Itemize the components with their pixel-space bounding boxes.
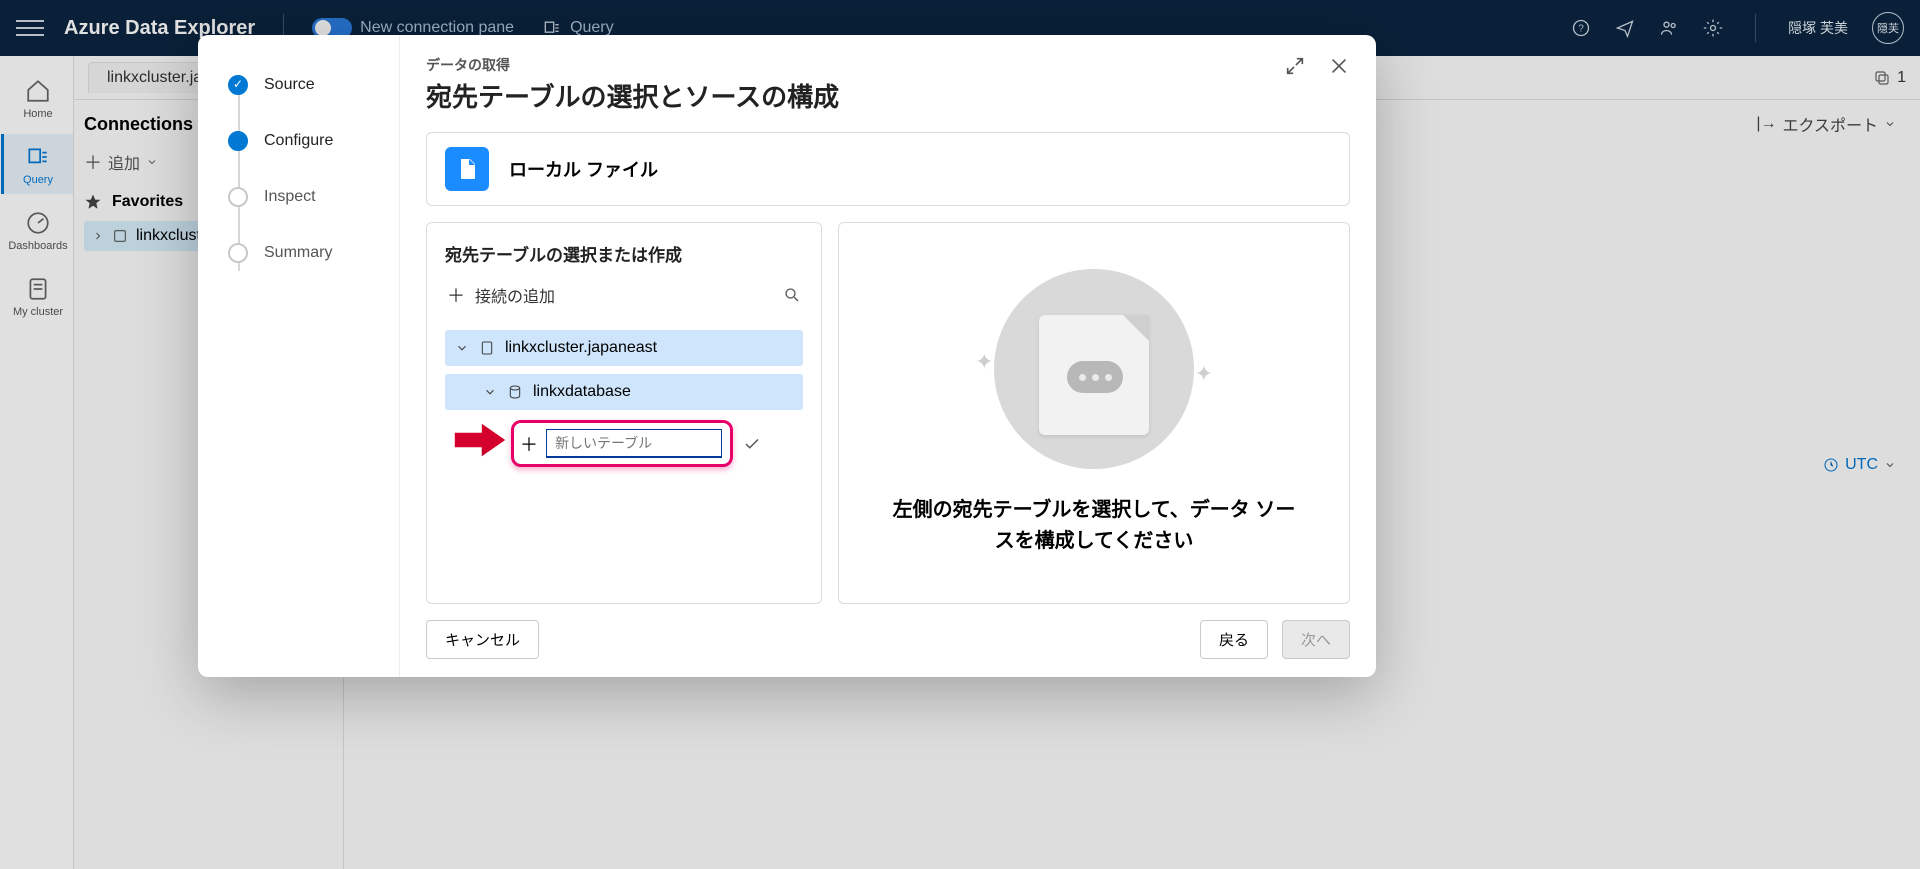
step-bullet-icon — [228, 187, 248, 207]
new-table-row: ＋ — [445, 420, 803, 467]
search-icon[interactable] — [783, 286, 801, 304]
chevron-down-icon — [483, 385, 497, 399]
add-connection-button[interactable]: ＋ 接続の追加 — [447, 282, 555, 308]
add-connection-label: 接続の追加 — [475, 283, 555, 307]
expand-icon[interactable] — [1284, 55, 1306, 77]
plus-icon: ＋ — [447, 282, 465, 308]
destination-panel: 宛先テーブルの選択または作成 ＋ 接続の追加 linkxcluster.japa… — [426, 222, 822, 604]
tree-cluster-label: linkxcluster.japaneast — [505, 339, 657, 357]
source-card[interactable]: ローカル ファイル — [426, 132, 1350, 206]
step-summary-label: Summary — [264, 244, 332, 262]
step-summary: Summary — [228, 225, 399, 281]
new-table-input[interactable] — [546, 429, 722, 458]
empty-state-text: 左側の宛先テーブルを選択して、データ ソースを構成してください — [857, 495, 1331, 557]
cancel-button[interactable]: キャンセル — [426, 620, 539, 659]
modal-main: データの取得 宛先テーブルの選択とソースの構成 ローカル ファイル 宛先テーブル… — [400, 35, 1376, 677]
modal-footer: キャンセル 戻る 次へ — [426, 604, 1350, 659]
modal-title-small: データの取得 — [426, 55, 839, 75]
confirm-icon[interactable] — [743, 435, 761, 453]
callout-arrow-icon — [453, 422, 507, 458]
source-card-label: ローカル ファイル — [509, 156, 658, 182]
tree-database-label: linkxdatabase — [533, 383, 631, 401]
close-icon[interactable] — [1328, 55, 1350, 77]
step-inspect-label: Inspect — [264, 188, 316, 206]
source-config-panel: ✦ ✦ 左側の宛先テーブルを選択して、データ ソースを構成してください — [838, 222, 1350, 604]
step-configure-label: Configure — [264, 132, 333, 150]
next-button: 次へ — [1282, 620, 1350, 659]
tree-database-row[interactable]: linkxdatabase — [445, 374, 803, 410]
chevron-down-icon — [455, 341, 469, 355]
plus-icon[interactable]: ＋ — [520, 431, 538, 457]
step-bullet-active-icon — [228, 131, 248, 151]
get-data-modal: Source Configure Inspect Summary データの取得 … — [198, 35, 1376, 677]
callout-highlight: ＋ — [511, 420, 733, 467]
tree-cluster-row[interactable]: linkxcluster.japaneast — [445, 330, 803, 366]
back-button[interactable]: 戻る — [1200, 620, 1268, 659]
step-source-label: Source — [264, 76, 315, 94]
destination-panel-title: 宛先テーブルの選択または作成 — [445, 241, 803, 266]
empty-state-illustration: ✦ ✦ — [979, 269, 1209, 469]
step-configure[interactable]: Configure — [228, 113, 399, 169]
modal-title-large: 宛先テーブルの選択とソースの構成 — [426, 77, 839, 114]
step-inspect: Inspect — [228, 169, 399, 225]
modal-steps: Source Configure Inspect Summary — [198, 35, 400, 677]
database-icon — [507, 384, 523, 400]
step-bullet-done-icon — [228, 75, 248, 95]
step-source[interactable]: Source — [228, 57, 399, 113]
step-bullet-icon — [228, 243, 248, 263]
server-icon — [479, 340, 495, 356]
file-icon — [445, 147, 489, 191]
